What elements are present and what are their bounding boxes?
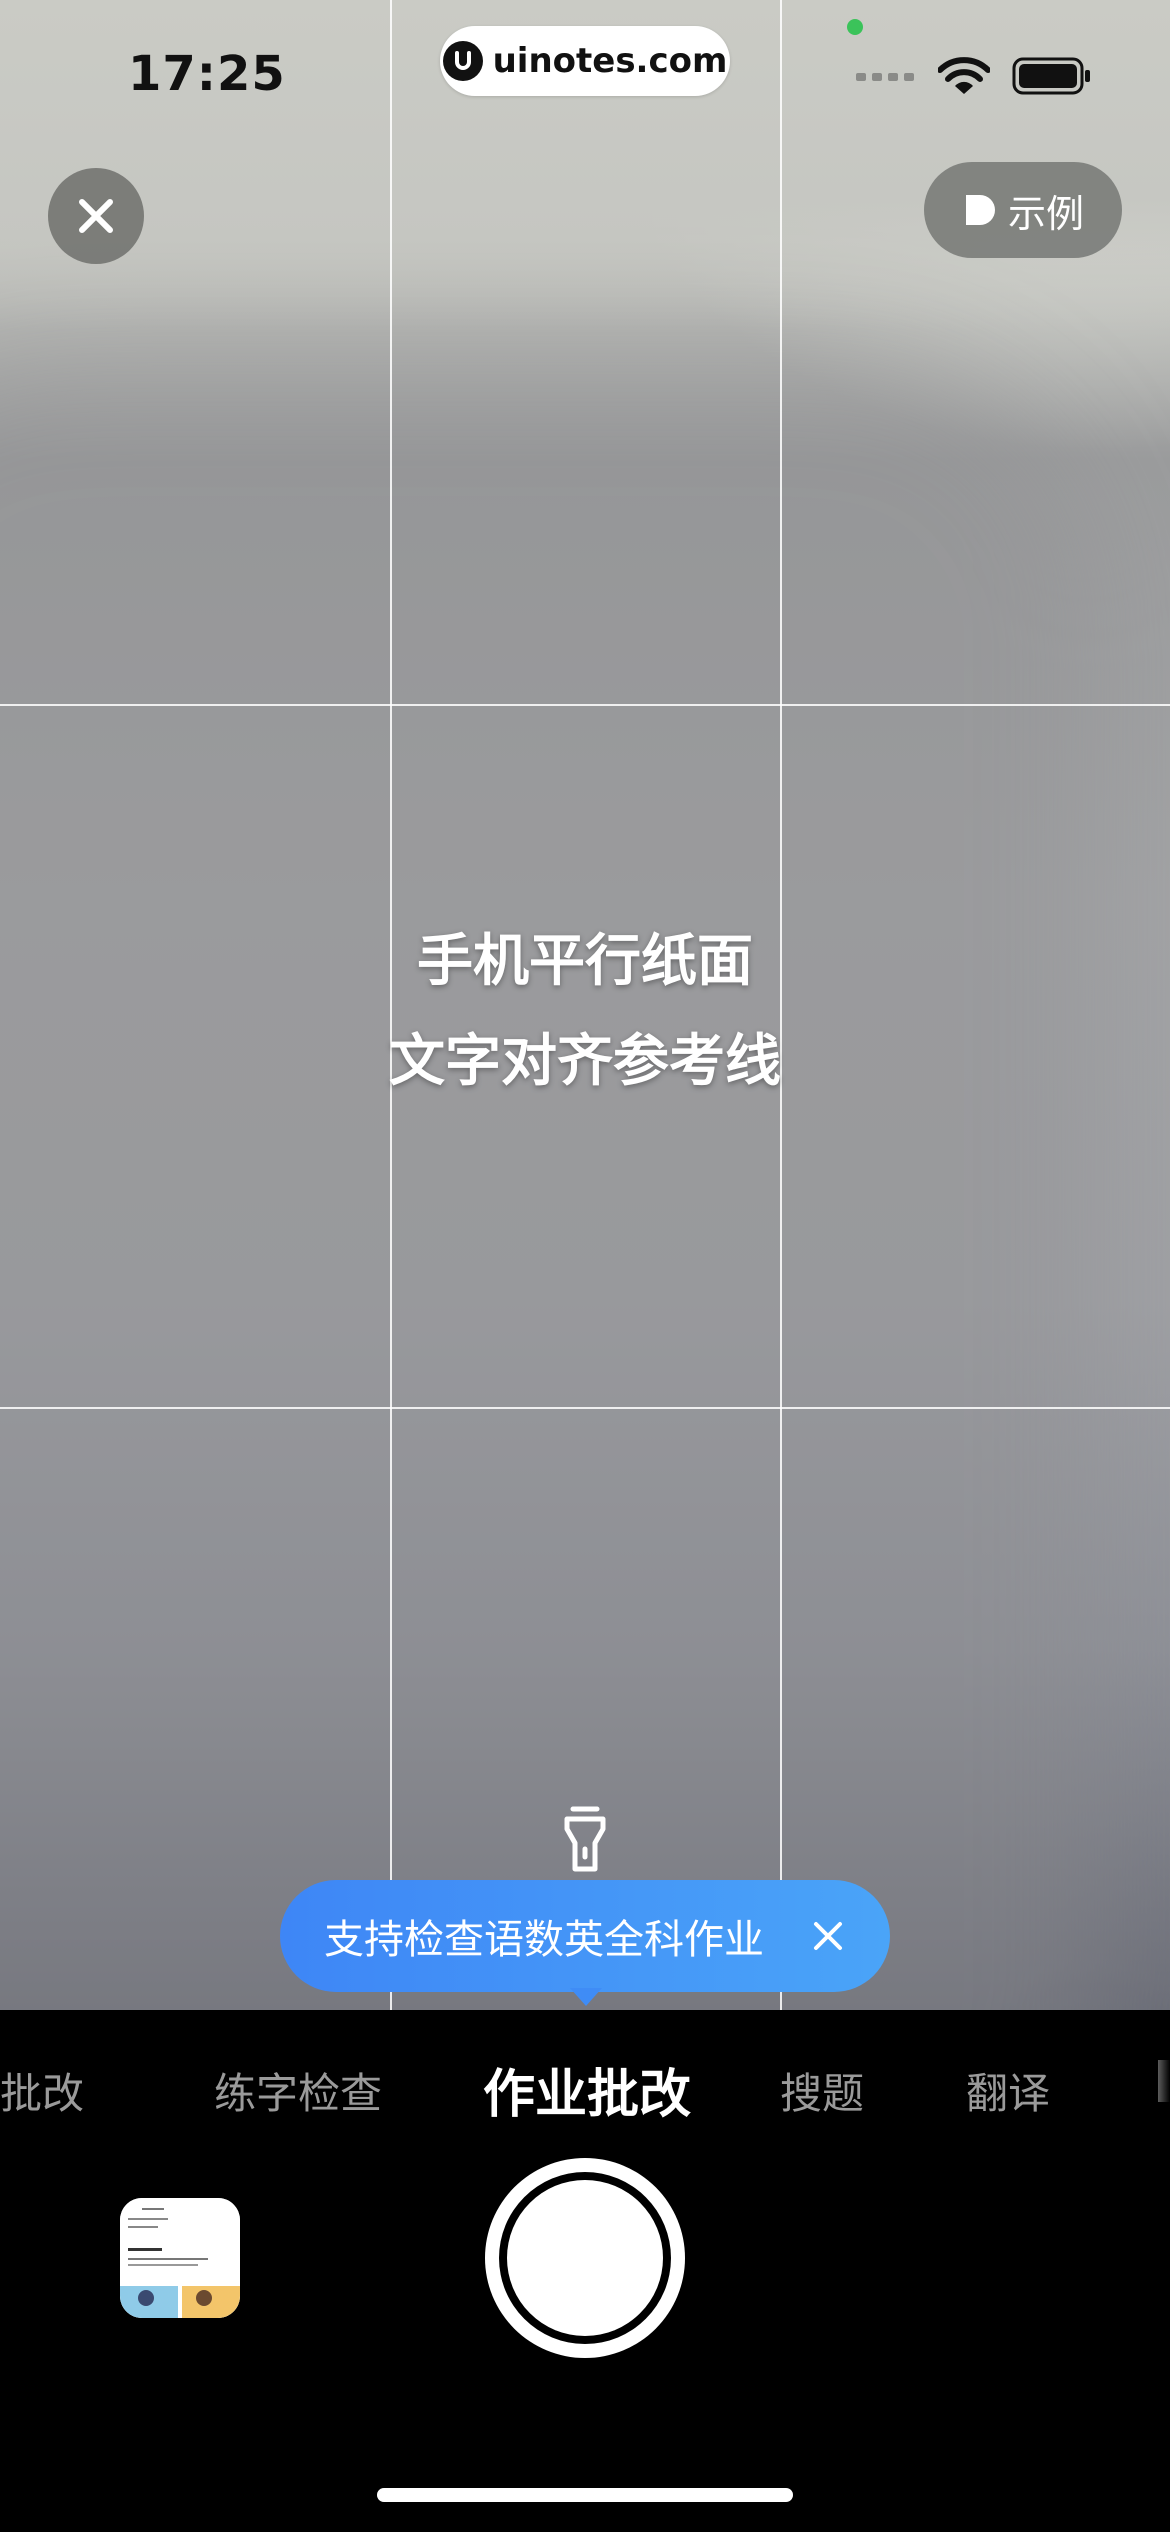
mode-tab-grading-partial[interactable]: 批改 [0, 2060, 84, 2121]
guide-line-1: 手机平行纸面 [417, 929, 753, 994]
close-icon [79, 199, 113, 233]
mode-tab-homework-grading[interactable]: 作业批改 [483, 2052, 691, 2127]
url-pill: uinotes.com [440, 26, 730, 96]
mode-tab-search-question[interactable]: 搜题 [780, 2060, 864, 2121]
guide-line-2: 文字对齐参考线 [389, 1029, 781, 1094]
signal-icon [856, 73, 914, 81]
grid-line [0, 704, 1170, 706]
play-icon [965, 195, 995, 225]
wifi-icon [938, 57, 990, 94]
shutter-button[interactable] [485, 2158, 685, 2358]
bottom-panel: 批改 练字检查 作业批改 搜题 翻译 [0, 2010, 1170, 2532]
tip-arrow [570, 1988, 602, 2006]
mode-tab-partial-right[interactable] [1158, 2060, 1170, 2102]
grid-line [0, 1407, 1170, 1409]
status-icons [856, 56, 1092, 96]
alignment-guide-text: 手机平行纸面 文字对齐参考线 [0, 912, 1170, 1112]
example-label: 示例 [1007, 191, 1084, 236]
battery-icon [1012, 57, 1090, 95]
camera-screen: 17:25 uinotes.com 示例 手机平行纸面 文字对齐参考线 支持检查… [0, 0, 1170, 2532]
gallery-thumbnail[interactable] [120, 2198, 240, 2318]
close-button[interactable] [48, 168, 144, 264]
uinotes-logo-icon [442, 41, 483, 81]
mode-tab-translate[interactable]: 翻译 [966, 2060, 1050, 2121]
mode-tab-handwriting-check[interactable]: 练字检查 [214, 2060, 382, 2121]
home-indicator[interactable] [377, 2488, 793, 2502]
flashlight-button[interactable] [555, 1805, 615, 1875]
example-button[interactable]: 示例 [924, 162, 1122, 258]
privacy-indicator-dot [847, 19, 863, 35]
tip-text: 支持检查语数英全科作业 [324, 1917, 764, 1963]
url-text: uinotes.com [492, 41, 728, 81]
gallery-thumbnail-image [120, 2198, 240, 2318]
status-time: 17:25 [128, 46, 286, 102]
tip-bubble: 支持检查语数英全科作业 [280, 1880, 890, 1992]
tip-close-icon[interactable] [808, 1916, 848, 1956]
flashlight-icon [564, 1806, 606, 1872]
